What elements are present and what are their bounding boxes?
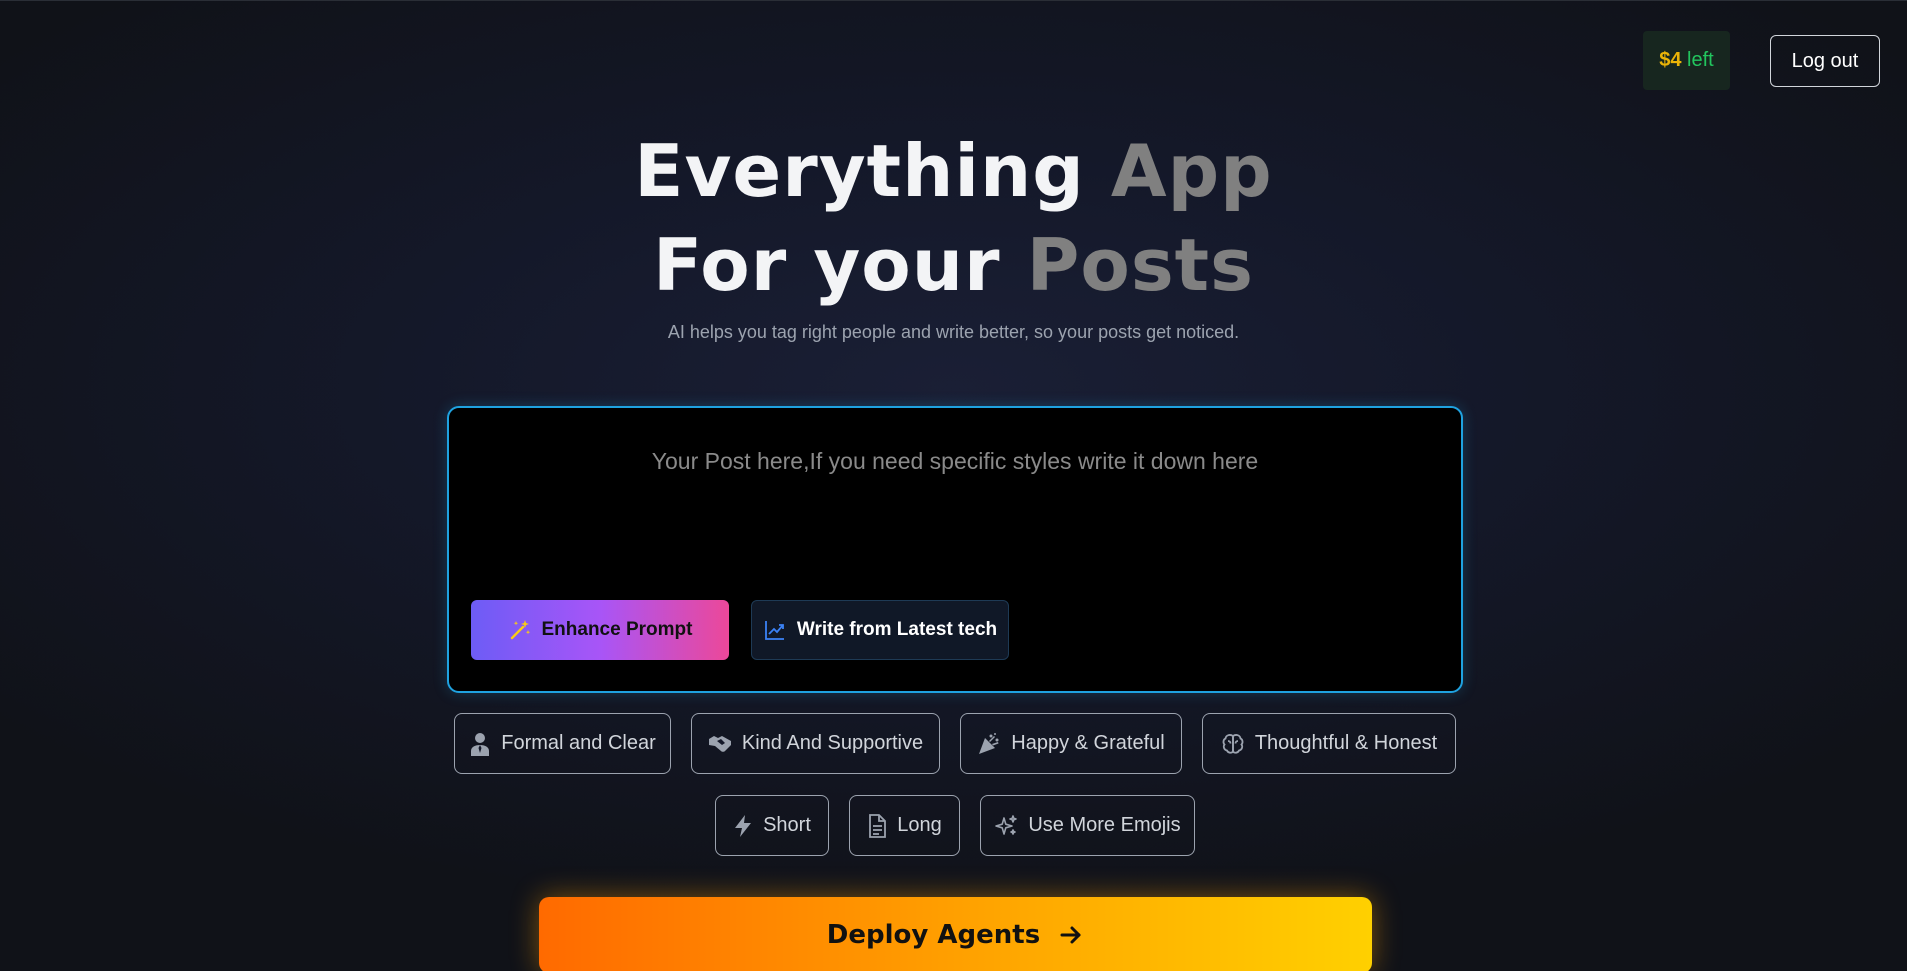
write-latest-tech-label: Write from Latest tech [796,619,998,640]
enhance-prompt-button[interactable]: Enhance Prompt [471,600,729,660]
title-line2-gray: Posts [1026,223,1254,307]
brain-icon [1222,733,1244,754]
person-tie-icon [471,732,490,756]
title-line1-gray: App [1110,129,1273,213]
length-chip-short[interactable]: Short [715,795,829,856]
tone-chip-label: Thoughtful & Honest [1254,732,1438,754]
arrow-right-icon [1060,926,1081,944]
credits-amount: $4 [1659,49,1682,71]
enhance-prompt-label: Enhance Prompt [541,619,693,640]
tone-chip-formal[interactable]: Formal and Clear [454,713,671,774]
sparkles-icon [995,814,1018,835]
party-popper-icon [979,732,999,754]
length-chip-label: Long [897,814,942,836]
logout-button[interactable]: Log out [1770,35,1880,87]
trending-up-icon [764,621,784,640]
write-latest-tech-button[interactable]: Write from Latest tech [751,600,1009,660]
lightning-icon [735,814,752,837]
style-chip-emojis[interactable]: Use More Emojis [980,795,1195,856]
document-icon [869,813,887,838]
top-border [0,0,1907,1]
credits-suffix: left [1681,49,1714,71]
magic-wand-icon [510,620,530,640]
title-line2-white: For your [653,223,1027,307]
post-input[interactable] [479,448,1431,568]
tone-chip-thoughtful[interactable]: Thoughtful & Honest [1202,713,1456,774]
length-chip-long[interactable]: Long [849,795,960,856]
tone-chip-happy[interactable]: Happy & Grateful [960,713,1182,774]
deploy-agents-button[interactable]: Deploy Agents [539,897,1372,971]
post-composer: Enhance Prompt Write from Latest tech [447,406,1463,693]
page-title: Everything App For your Posts [0,124,1907,312]
tone-chip-label: Formal and Clear [501,732,656,754]
style-chip-label: Use More Emojis [1028,814,1181,836]
credits-badge: $4 left [1643,31,1730,90]
page-subtitle: AI helps you tag right people and write … [667,322,1240,342]
tone-chip-label: Happy & Grateful [1011,732,1165,754]
length-chip-label: Short [763,814,811,836]
tone-chip-kind[interactable]: Kind And Supportive [691,713,940,774]
tone-chip-label: Kind And Supportive [741,732,924,754]
deploy-agents-label: Deploy Agents [826,920,1041,950]
title-line1-white: Everything [634,129,1111,213]
handshake-icon [708,735,731,752]
